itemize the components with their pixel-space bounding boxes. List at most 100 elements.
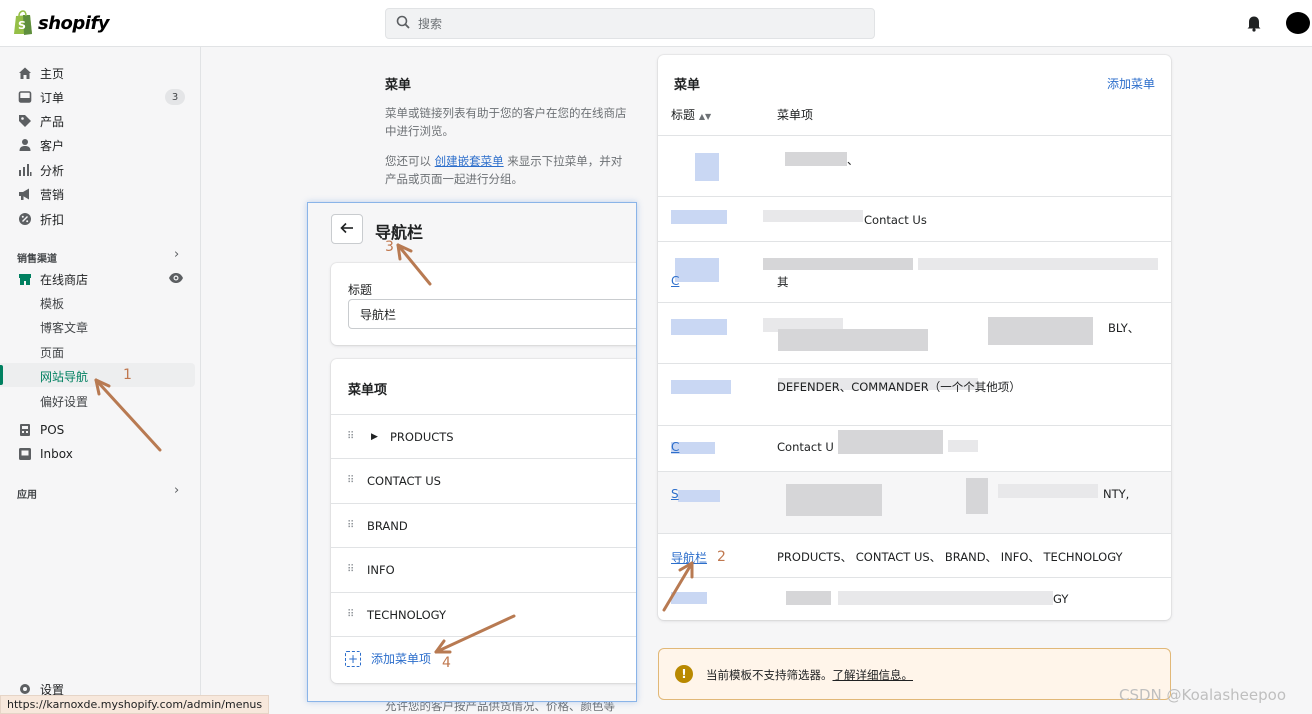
status-bar-url: https://karnoxde.myshopify.com/admin/men…: [0, 695, 270, 714]
table-row[interactable]: 、: [658, 135, 1171, 196]
add-menu-item-row[interactable]: + 添加菜单项: [331, 636, 636, 680]
redacted-block: [671, 319, 727, 335]
sidebar-item-discounts[interactable]: 折扣: [18, 209, 64, 229]
sidebar-item-inbox[interactable]: Inbox: [18, 444, 73, 464]
caret-right-icon[interactable]: ▶: [371, 432, 378, 442]
create-nested-menu-link[interactable]: 创建嵌套菜单: [435, 154, 504, 168]
table-row[interactable]: C Contact U: [658, 425, 1171, 471]
redacted-block: [763, 210, 863, 222]
menu-item-row[interactable]: ⠿ BRAND: [331, 503, 636, 547]
sidebar-subitem-navigation[interactable]: 网站导航: [40, 366, 88, 386]
redacted-block: [671, 592, 707, 604]
sidebar-item-analytics[interactable]: 分析: [18, 160, 64, 180]
table-row[interactable]: 导航栏 PRODUCTS、 CONTACT US、 BRAND、 INFO、 T…: [658, 533, 1171, 577]
drag-handle-icon[interactable]: ⠿: [347, 564, 354, 575]
bell-icon[interactable]: [1246, 14, 1262, 35]
panel-title: 导航栏: [375, 223, 424, 242]
sidebar-item-home[interactable]: 主页: [18, 63, 64, 83]
arrow-left-icon: [340, 222, 354, 237]
sidebar-item-label: 在线商店: [40, 272, 89, 287]
chevron-right-icon[interactable]: ›: [174, 483, 179, 498]
annotation-number: 1: [123, 367, 132, 383]
add-menu-item-button[interactable]: + 添加菜单项: [345, 650, 431, 667]
sidebar-subitem-preferences[interactable]: 偏好设置: [40, 391, 88, 411]
tag-icon: [18, 114, 32, 128]
menu-item-label: TECHNOLOGY: [367, 607, 447, 622]
inbox-icon: [18, 447, 32, 461]
drag-handle-icon[interactable]: ⠿: [347, 520, 354, 531]
menus-card: 菜单 添加菜单 标题 ▲▼ 菜单项 、 Contact Us C 其 BLY、 …: [658, 55, 1171, 620]
menu-items-text: NTY,: [1103, 487, 1130, 501]
title-input[interactable]: 导航栏: [348, 299, 636, 329]
sidebar-item-customers[interactable]: 客户: [18, 135, 64, 155]
eye-icon[interactable]: [168, 272, 184, 287]
sidebar-item-online-store[interactable]: 在线商店: [18, 269, 88, 289]
sidebar-item-orders[interactable]: 订单: [18, 87, 64, 107]
add-menu-button[interactable]: 添加菜单: [1107, 75, 1155, 92]
redacted-block: [786, 591, 831, 605]
active-nav-indicator: [0, 365, 3, 385]
sidebar-subitem-pages[interactable]: 页面: [40, 342, 64, 362]
menu-item-label: BRAND: [367, 518, 408, 533]
table-row[interactable]: BLY、: [658, 302, 1171, 363]
redacted-block: [838, 430, 943, 454]
sidebar-item-label: 客户: [40, 138, 65, 153]
plus-icon: +: [345, 650, 361, 667]
menu-item-row[interactable]: ⠿ ▶ PRODUCTS: [331, 414, 636, 458]
table-row[interactable]: DEFENDER、COMMANDER（一个个其他项）: [658, 363, 1171, 425]
search-icon: [396, 15, 410, 32]
sidebar-item-pos[interactable]: POS: [18, 420, 64, 440]
annotation-number: 4: [442, 655, 451, 671]
menu-item-row[interactable]: ⠿ INFO: [331, 547, 636, 591]
redacted-block: [988, 317, 1093, 345]
search-input[interactable]: 搜索: [385, 8, 875, 39]
discount-icon: [18, 212, 32, 226]
sidebar-item-label: 分析: [40, 163, 65, 178]
person-icon: [18, 138, 32, 152]
gear-icon: [18, 682, 32, 696]
drag-handle-icon[interactable]: ⠿: [347, 475, 354, 486]
sidebar-item-label: 折扣: [40, 212, 65, 227]
table-row[interactable]: Contact Us: [658, 196, 1171, 241]
table-row[interactable]: C 其: [658, 241, 1171, 302]
sidebar-item-label: Inbox: [40, 447, 73, 461]
sidebar-subitem-blog-posts[interactable]: 博客文章: [40, 317, 88, 337]
sort-icon: ▲▼: [698, 112, 712, 121]
brand-name: shopify: [38, 12, 110, 34]
banner-message: 当前模板不支持筛选器。: [706, 668, 833, 682]
menu-items-text: Contact U: [777, 440, 834, 454]
drag-handle-icon[interactable]: ⠿: [347, 431, 354, 442]
menu-items-text: 、: [847, 153, 859, 167]
svg-text:S: S: [18, 19, 26, 32]
menu-title-link[interactable]: S: [671, 487, 679, 501]
redacted-block: [786, 484, 882, 516]
sales-channels-heading: 销售渠道: [17, 254, 57, 265]
sidebar-item-label: 订单: [40, 90, 65, 105]
menu-items-text: GY: [1053, 592, 1069, 606]
sidebar-item-products[interactable]: 产品: [18, 111, 64, 131]
sidebar-subitem-themes[interactable]: 模板: [40, 293, 64, 313]
redacted-block: [966, 478, 988, 514]
chevron-right-icon[interactable]: ›: [174, 247, 179, 262]
menu-items-text: DEFENDER、COMMANDER（一个个其他项）: [777, 380, 1021, 394]
menu-title-link[interactable]: C: [671, 440, 679, 454]
sidebar-item-marketing[interactable]: 营销: [18, 184, 64, 204]
title-field-label: 标题: [348, 283, 373, 297]
menus-card-title: 菜单: [674, 78, 701, 93]
drag-handle-icon[interactable]: ⠿: [347, 609, 354, 620]
shopify-logo[interactable]: S shopify: [12, 10, 110, 36]
menu-title-link[interactable]: 导航栏: [671, 549, 707, 566]
table-row[interactable]: S NTY,: [658, 471, 1171, 533]
table-row[interactable]: GY: [658, 577, 1171, 620]
navigation-menu-panel: 导航栏 标题 导航栏 菜单项 ⠿ ▶ PRODUCTS ⠿ CONTACT US…: [307, 202, 637, 702]
sidebar-item-label: 营销: [40, 187, 65, 202]
section-title: 菜单: [385, 78, 412, 93]
column-header-title[interactable]: 标题 ▲▼: [671, 106, 711, 123]
menu-item-row[interactable]: ⠿ TECHNOLOGY: [331, 592, 636, 636]
menu-title-link[interactable]: C: [671, 274, 679, 288]
back-button[interactable]: [331, 214, 363, 244]
menu-item-row[interactable]: ⠿ CONTACT US: [331, 458, 636, 502]
learn-more-link[interactable]: 了解详细信息。: [833, 668, 914, 682]
avatar[interactable]: [1286, 12, 1310, 34]
section-description-nested: 您还可以 创建嵌套菜单 来显示下拉菜单，并对产品或页面一起进行分组。: [385, 152, 630, 188]
